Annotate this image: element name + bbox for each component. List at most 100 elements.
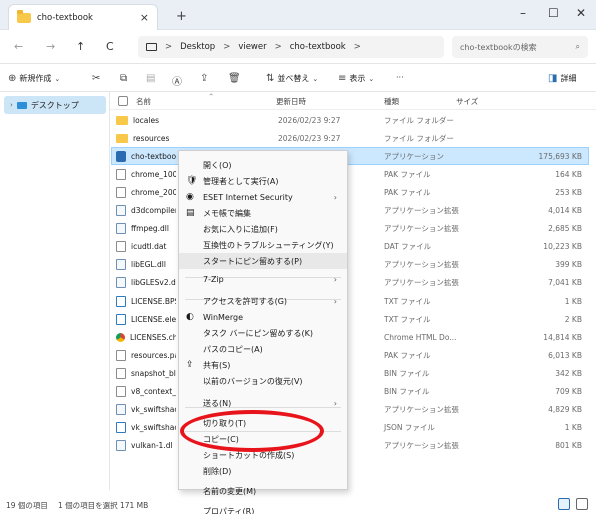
file-name: libEGL.dll xyxy=(131,260,166,270)
maximize-button[interactable]: ☐ xyxy=(548,6,559,20)
delete-icon[interactable]: 🗑 xyxy=(228,73,241,84)
forward-button[interactable]: → xyxy=(46,40,55,53)
file-name: v8_context_ xyxy=(131,387,176,396)
back-button[interactable]: ← xyxy=(14,40,23,53)
breadcrumb-separator: > xyxy=(165,42,173,52)
chrome-file-icon xyxy=(116,332,125,342)
breadcrumb-viewer[interactable]: viewer xyxy=(238,42,266,52)
desktop-icon xyxy=(16,101,27,109)
menu-item-13[interactable]: 以前のバージョンの復元(V) xyxy=(179,373,347,389)
menu-item-17[interactable]: ショートカットの作成(S) xyxy=(179,447,347,463)
file-file-icon xyxy=(116,241,126,253)
menu-item-label: 互換性のトラブルシューティング(Y) xyxy=(203,240,334,250)
file-file-icon xyxy=(116,367,126,379)
close-window-button[interactable]: ✕ xyxy=(576,6,586,20)
menu-item-3[interactable]: ▤ メモ帳で編集 xyxy=(179,205,347,221)
menu-item-label: アクセスを許可する(G) xyxy=(203,296,288,306)
view-button[interactable]: ≡ 表示 ⌄ xyxy=(338,73,374,84)
menu-item-label: 送る(N) xyxy=(203,398,232,408)
cut-icon[interactable]: ✂ xyxy=(92,73,100,84)
menu-item-7[interactable]: 7-Zip › xyxy=(179,271,347,287)
file-name: locales xyxy=(133,115,159,125)
command-bar: ⊕ 新規作成 ⌄ ✂ ⧉ ▤ Ⓐ ⇪ 🗑 ⇅ 並べ替え ⌄ ≡ 表示 ⌄ ···… xyxy=(0,64,596,92)
menu-item-1[interactable]: 🛡 管理者として実行(A) xyxy=(179,173,347,189)
file-type: ファイル フォルダー xyxy=(384,133,454,143)
details-label: 詳細 xyxy=(560,74,577,83)
file-type: JSON ファイル xyxy=(384,423,435,433)
breadcrumb-cho-textbook[interactable]: cho-textbook xyxy=(290,42,346,52)
menu-item-4[interactable]: お気に入りに追加(F) xyxy=(179,221,347,237)
dll-file-icon xyxy=(116,205,126,216)
up-button[interactable]: ↑ xyxy=(76,40,85,53)
rename-icon[interactable]: Ⓐ xyxy=(172,73,182,88)
submenu-arrow-icon: › xyxy=(333,192,337,202)
menu-item-label: 名前の変更(M) xyxy=(203,486,257,496)
menu-item-2[interactable]: ◉ ESET Internet Security › xyxy=(179,189,347,205)
file-size: 4,829 KB xyxy=(548,405,582,415)
breadcrumb-desktop[interactable]: Desktop xyxy=(180,42,215,52)
table-row[interactable]: resources 2026/02/23 9:27 ファイル フォルダー xyxy=(112,130,588,146)
file-size: 709 KB xyxy=(555,387,582,396)
column-type[interactable]: 種類 xyxy=(384,96,399,107)
file-name: LICENSE.ele xyxy=(131,314,176,324)
share-icon[interactable]: ⇪ xyxy=(200,73,208,84)
new-tab-button[interactable]: + xyxy=(176,9,187,24)
menu-item-icon: ▤ xyxy=(186,208,195,218)
address-bar[interactable]: > Desktop > viewer > cho-textbook > xyxy=(138,36,444,58)
file-name-cell: d3dcompiler xyxy=(116,205,176,216)
chevron-down-icon: ⌄ xyxy=(368,74,375,83)
file-size: 7,041 KB xyxy=(548,278,582,288)
tiles-view-icon[interactable] xyxy=(576,498,588,510)
menu-item-18[interactable]: 削除(D) xyxy=(179,463,347,479)
menu-item-14[interactable]: 送る(N) › xyxy=(179,395,347,411)
sort-button[interactable]: ⇅ 並べ替え ⌄ xyxy=(266,73,318,84)
menu-item-16[interactable]: コピー(C) xyxy=(179,431,347,447)
file-file-icon xyxy=(116,349,126,361)
minimize-button[interactable]: – xyxy=(520,6,526,20)
menu-item-12[interactable]: ⇪ 共有(S) xyxy=(179,357,347,373)
chevron-down-icon: ⌄ xyxy=(54,74,61,83)
search-icon: ⌕ xyxy=(575,42,580,51)
refresh-button[interactable]: C xyxy=(106,40,114,53)
paste-icon[interactable]: ▤ xyxy=(146,73,155,84)
file-type: TXT ファイル xyxy=(384,314,431,324)
column-size[interactable]: サイズ xyxy=(456,96,478,107)
new-label: 新規作成 xyxy=(19,74,52,83)
file-type: BIN ファイル xyxy=(384,387,430,396)
menu-item-icon: ◉ xyxy=(186,192,194,202)
menu-item-9[interactable]: ◐ WinMerge xyxy=(179,309,347,325)
more-button[interactable]: ··· xyxy=(396,73,404,82)
file-name: LICENSE.BPS xyxy=(131,296,176,306)
new-button[interactable]: ⊕ 新規作成 ⌄ xyxy=(8,73,60,84)
tab-cho-textbook[interactable]: cho-textbook × xyxy=(8,4,158,30)
menu-item-10[interactable]: タスク バーにピン留めする(K) xyxy=(179,325,347,341)
file-name: LICENSES.ch xyxy=(130,332,176,342)
file-name-cell: resources xyxy=(116,133,176,143)
details-button[interactable]: ◨ 詳細 xyxy=(548,73,576,84)
table-row[interactable]: locales 2026/02/23 9:27 ファイル フォルダー xyxy=(112,112,588,128)
lic-file-icon xyxy=(116,295,126,307)
menu-item-8[interactable]: アクセスを許可する(G) › xyxy=(179,293,347,309)
monitor-icon xyxy=(146,43,157,51)
search-input[interactable]: cho-textbookの検索 ⌕ xyxy=(452,36,588,58)
file-name-cell: LICENSES.ch xyxy=(116,332,176,342)
file-name: vk_swiftshac xyxy=(131,405,176,415)
menu-item-5[interactable]: 互換性のトラブルシューティング(Y) xyxy=(179,237,347,253)
details-view-icon[interactable] xyxy=(558,498,570,510)
column-date[interactable]: 更新日時 xyxy=(276,96,306,107)
file-name-cell: chrome_100 xyxy=(116,168,176,180)
menu-item-0[interactable]: 開く(O) xyxy=(179,157,347,173)
select-all-checkbox[interactable] xyxy=(118,96,128,106)
file-name: libGLESv2.dl xyxy=(131,278,176,288)
tab-close-icon[interactable]: × xyxy=(140,11,149,24)
file-size: 801 KB xyxy=(555,441,582,451)
copy-icon[interactable]: ⧉ xyxy=(120,73,127,84)
menu-item-11[interactable]: パスのコピー(A) xyxy=(179,341,347,357)
file-name-cell: cho-textbook xyxy=(116,150,176,162)
column-name[interactable]: 名前 xyxy=(136,96,151,107)
nav-item-desktop[interactable]: › デスクトップ xyxy=(4,96,106,114)
menu-item-15[interactable]: 切り取り(T) xyxy=(179,415,347,431)
menu-item-6[interactable]: スタートにピン留めする(P) xyxy=(179,253,347,269)
dll-file-icon xyxy=(116,440,126,452)
file-type: アプリケーション拡張 xyxy=(384,206,459,215)
